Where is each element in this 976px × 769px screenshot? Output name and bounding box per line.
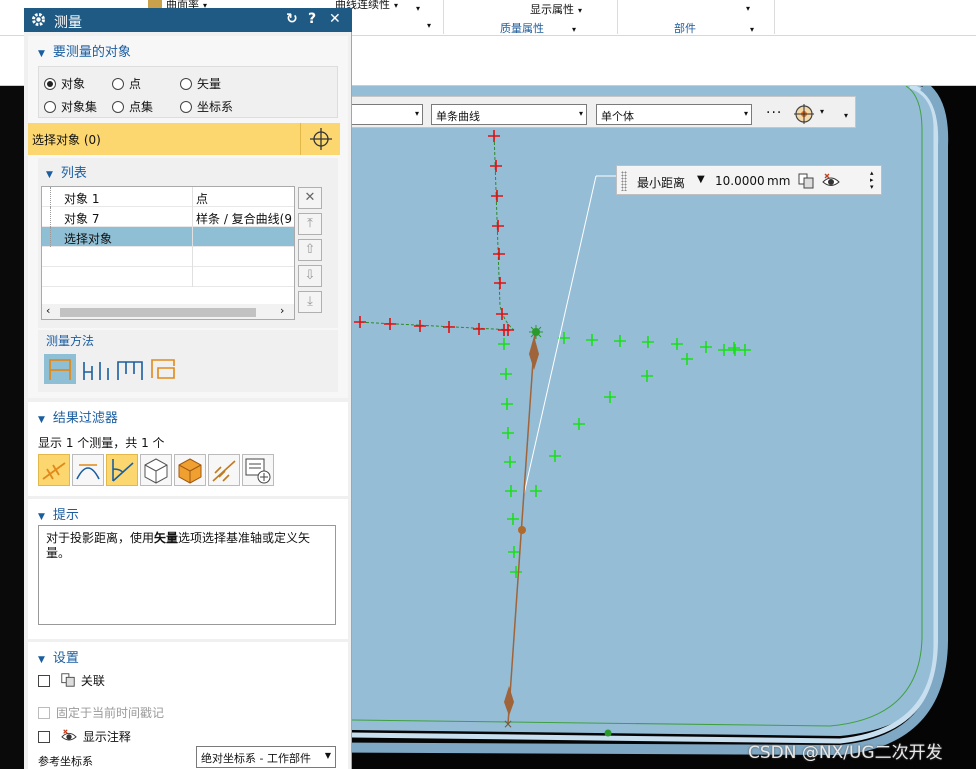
list-item-selected[interactable]: 选择对象 xyxy=(42,227,294,247)
body-rule-select[interactable]: 单个体 ▾ xyxy=(596,104,752,125)
select-object-button[interactable] xyxy=(300,123,340,155)
ribbon-separator xyxy=(617,0,618,34)
box-scroll-arrows[interactable]: ▴ ▸ ▾ xyxy=(870,170,874,191)
ribbon-separator xyxy=(774,0,775,34)
radio-object-set[interactable]: 对象集 xyxy=(44,98,97,115)
filter-volume-button[interactable] xyxy=(174,454,206,486)
select-object-label: 选择对象 (0) xyxy=(32,133,101,147)
list-horizontal-scrollbar[interactable]: ‹ › xyxy=(42,304,294,319)
result-summary: 显示 1 个测量，共 1 个 xyxy=(38,436,165,450)
reset-icon[interactable]: ↻ xyxy=(286,11,298,27)
radio-object[interactable]: 对象 xyxy=(44,75,85,92)
gear-icon xyxy=(32,13,45,26)
hint-text: 对于投影距离，使用矢量选项选择基准轴或定义矢量。 xyxy=(38,525,336,625)
hint-header[interactable]: ▼ 提示 xyxy=(38,504,79,523)
crosshair-icon xyxy=(310,128,332,150)
measure-dialog: 测量 ↻ ? ✕ ▼ 要测量的对象 对象 点 矢量 对象集 点集 坐标系 选择对象… xyxy=(24,8,352,769)
method-angle-icon[interactable] xyxy=(80,354,112,384)
associative-checkbox[interactable]: 关联 xyxy=(38,672,105,689)
list-item[interactable] xyxy=(42,267,294,287)
surface-box-icon xyxy=(144,458,168,484)
measure-unit: mm xyxy=(767,174,791,188)
method-distance-icon[interactable] xyxy=(44,354,76,384)
associative-icon[interactable] xyxy=(797,172,815,190)
origin-marker: × xyxy=(503,717,513,731)
more-options-button[interactable]: ··· xyxy=(766,105,782,121)
objects-section-header[interactable]: ▼ 要测量的对象 xyxy=(38,41,131,60)
result-filter-section: ▼ 结果过滤器 显示 1 个测量，共 1 个 xyxy=(28,402,348,496)
curvature-icon xyxy=(212,460,236,482)
curve-rule-select[interactable]: 单条曲线 ▾ xyxy=(431,104,587,125)
measure-type-label[interactable]: 最小距离 xyxy=(637,174,685,191)
method-area-icon[interactable] xyxy=(148,354,180,384)
radio-point[interactable]: 点 xyxy=(112,75,141,92)
radio-csys[interactable]: 坐标系 xyxy=(180,98,233,115)
ribbon-separator xyxy=(443,0,444,34)
object-list[interactable]: 对象 1点 对象 7 样条 / 复合曲线(9 选择对象 ‹ › xyxy=(41,186,295,320)
list-add-icon xyxy=(245,458,271,484)
arc-icon xyxy=(76,464,100,480)
measure-type-dropdown[interactable]: ▼ xyxy=(697,174,705,185)
snap-dropdown[interactable]: ▾ xyxy=(820,107,824,116)
show-annotation-checkbox[interactable]: 显示注释 xyxy=(38,728,131,745)
select-object-row[interactable]: 选择对象 (0) xyxy=(28,123,340,155)
angle-icon xyxy=(112,459,134,482)
ribbon-arrow-b[interactable]: ▾ xyxy=(423,18,431,31)
scroll-thumb[interactable] xyxy=(60,308,256,317)
objects-section: ▼ 要测量的对象 对象 点 矢量 对象集 点集 坐标系 选择对象 (0) ▼ 列表 … xyxy=(28,36,348,398)
measure-point-marker xyxy=(518,526,526,534)
method-header: 测量方法 xyxy=(46,334,95,348)
watermark: CSDN @NX/UG二次开发 xyxy=(748,743,943,763)
ribbon-display-props[interactable]: 显示属性 ▾ xyxy=(530,1,582,17)
list-header[interactable]: ▼ 列表 xyxy=(46,162,87,181)
measure-value: 10.0000 xyxy=(715,174,765,188)
settings-section: ▼ 设置 关联 固定于当前时间戳记 显示注释 参考坐标系 绝对坐标系 - 工作部件… xyxy=(28,642,348,769)
ribbon-arrow-c[interactable]: ▾ xyxy=(742,1,750,14)
move-down-button[interactable]: ⇩ xyxy=(298,265,322,287)
result-filter-header[interactable]: ▼ 结果过滤器 xyxy=(38,407,118,426)
close-icon[interactable]: ✕ xyxy=(329,11,341,27)
help-icon[interactable]: ? xyxy=(308,11,316,27)
filter-distance-button[interactable] xyxy=(38,454,70,486)
method-length-icon[interactable] xyxy=(114,354,146,384)
ref-csys-label: 参考坐标系 xyxy=(38,755,93,768)
selection-point-star xyxy=(529,325,543,339)
toolbar-overflow[interactable]: ▾ xyxy=(844,111,848,120)
show-annotation-icon[interactable] xyxy=(821,172,841,190)
radio-point-set[interactable]: 点集 xyxy=(112,98,153,115)
list-item[interactable]: 对象 1点 xyxy=(42,187,294,207)
list-item[interactable] xyxy=(42,247,294,267)
ref-csys-select[interactable]: 绝对坐标系 - 工作部件 ▼ xyxy=(196,746,336,768)
filter-add-button[interactable] xyxy=(242,454,274,486)
selection-bar: ▾ 单条曲线 ▾ 单个体 ▾ ··· ▾ ▾ xyxy=(321,96,856,128)
drag-grip[interactable] xyxy=(621,171,627,191)
move-top-button[interactable]: ⤒ xyxy=(298,213,322,235)
dialog-title: 测量 xyxy=(54,15,82,31)
settings-header[interactable]: ▼ 设置 xyxy=(38,647,79,666)
distance-icon xyxy=(42,462,66,480)
associative-icon xyxy=(61,673,75,687)
radio-vector[interactable]: 矢量 xyxy=(180,75,221,92)
show-annotation-icon xyxy=(61,729,77,741)
hint-section: ▼ 提示 对于投影距离，使用矢量选项选择基准轴或定义矢量。 xyxy=(28,499,348,639)
remove-button[interactable]: ✕ xyxy=(298,187,322,209)
move-up-button[interactable]: ⇧ xyxy=(298,239,322,261)
list-item[interactable]: 对象 7 样条 / 复合曲线(9 xyxy=(42,207,294,227)
filter-angle-button[interactable] xyxy=(106,454,138,486)
vertex-dot xyxy=(604,729,612,737)
snap-point-icon[interactable] xyxy=(793,103,817,125)
ribbon-mass-props[interactable]: 质量属性 ▾ xyxy=(500,20,576,36)
scroll-left-arrow[interactable]: ‹ xyxy=(46,304,50,317)
ribbon-part[interactable]: 部件 ▾ xyxy=(674,20,754,36)
filter-arc-button[interactable] xyxy=(72,454,104,486)
fix-timestamp-checkbox[interactable]: 固定于当前时间戳记 xyxy=(38,704,164,721)
move-bottom-button[interactable]: ⤓ xyxy=(298,291,322,313)
measurement-annotation-box: 最小距离 ▼ 10.0000 mm ▴ ▸ ▾ xyxy=(616,165,882,195)
solid-box-icon xyxy=(178,458,202,484)
filter-surface-area-button[interactable] xyxy=(140,454,172,486)
ribbon-arrow-a[interactable]: ▾ xyxy=(412,1,420,14)
scroll-right-arrow[interactable]: › xyxy=(280,304,284,317)
filter-curvature-button[interactable] xyxy=(208,454,240,486)
dialog-title-bar: 测量 ↻ ? ✕ xyxy=(24,8,352,32)
